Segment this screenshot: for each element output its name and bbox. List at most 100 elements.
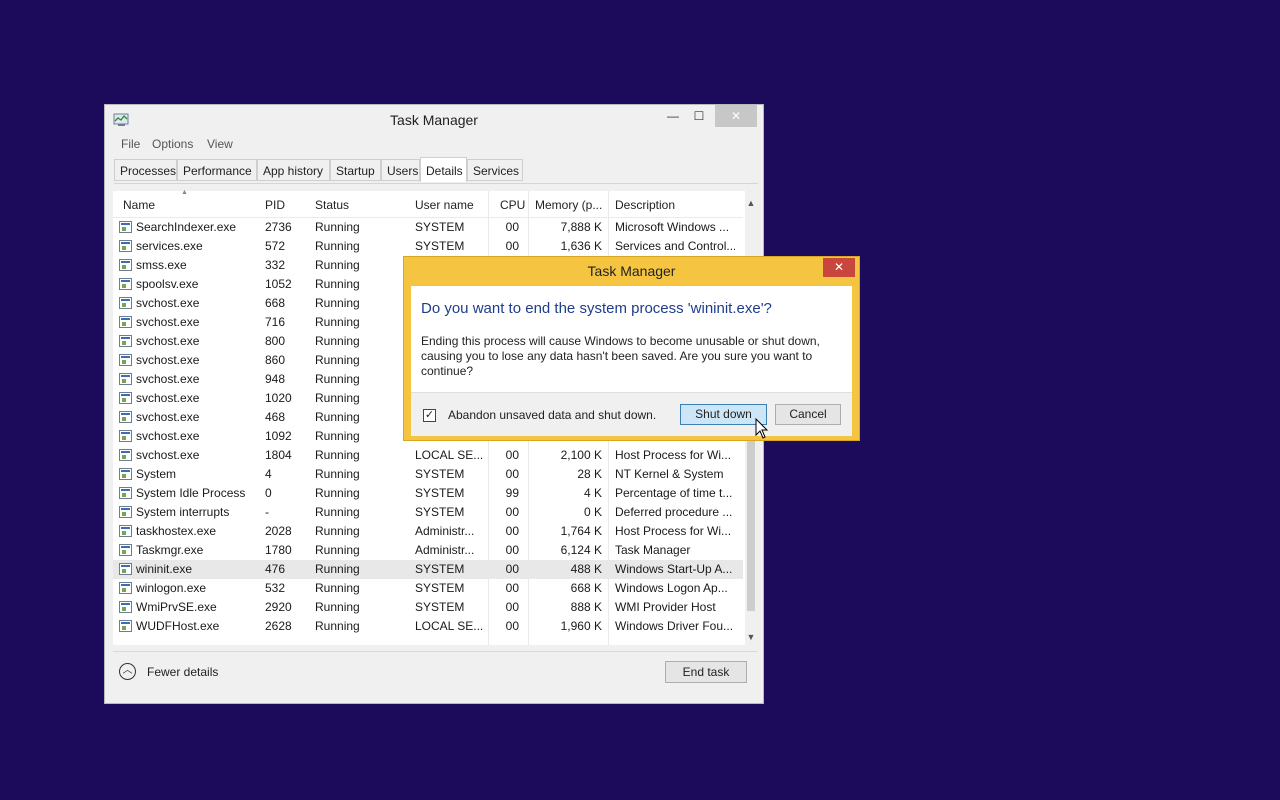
process-pid: 948 [265, 372, 286, 386]
table-row[interactable]: winlogon.exe 532 Running SYSTEM 00 668 K Windo… [113, 579, 743, 598]
process-icon [119, 392, 132, 404]
dialog-close-button[interactable]: ✕ [823, 258, 855, 277]
process-status: Running [315, 429, 360, 443]
process-status: Running [315, 258, 360, 272]
process-cpu: 00 [505, 619, 519, 633]
process-icon [119, 430, 132, 442]
process-icon [119, 620, 132, 632]
process-icon [119, 411, 132, 423]
table-row[interactable]: svchost.exe 1804 Running LOCAL SE... 00 2,100… [113, 446, 743, 465]
process-icon [119, 297, 132, 309]
table-row[interactable]: WUDFHost.exe 2628 Running LOCAL SE... 00 1,96… [113, 617, 743, 636]
process-status: Running [315, 448, 360, 462]
table-row[interactable]: Taskmgr.exe 1780 Running Administr... 00 6,12… [113, 541, 743, 560]
menu-file[interactable]: File [121, 137, 140, 151]
process-status: Running [315, 562, 360, 576]
abandon-data-checkbox[interactable]: ✓ [423, 409, 436, 422]
dialog-heading: Do you want to end the system process 'w… [421, 300, 772, 317]
process-name: WmiPrvSE.exe [136, 600, 217, 614]
menu-options[interactable]: Options [152, 137, 193, 151]
process-status: Running [315, 296, 360, 310]
process-description: Services and Control... [615, 239, 735, 253]
tab-startup[interactable]: Startup [330, 159, 381, 181]
table-row[interactable]: System interrupts - Running SYSTEM 00 0 K Defe… [113, 503, 743, 522]
column-header-user[interactable]: User name [415, 191, 474, 217]
shut-down-button[interactable]: Shut down [680, 404, 767, 425]
column-header-cpu[interactable]: CPU [500, 191, 525, 217]
maximize-button[interactable]: ☐ [687, 105, 711, 127]
chevron-up-circle-icon[interactable]: ︿ [119, 663, 136, 680]
table-row[interactable]: services.exe 572 Running SYSTEM 00 1,636 K Ser… [113, 237, 743, 256]
table-row[interactable]: wininit.exe 476 Running SYSTEM 00 488 K Window… [113, 560, 743, 579]
tab-users[interactable]: Users [381, 159, 420, 181]
dialog-message: Ending this process will cause Windows t… [421, 334, 820, 378]
process-pid: 1020 [265, 391, 292, 405]
process-memory: 1,636 K [560, 239, 602, 253]
close-button[interactable]: ✕ [715, 105, 757, 127]
process-status: Running [315, 334, 360, 348]
sort-indicator-icon: ▲ [181, 189, 188, 196]
fewer-details-label[interactable]: Fewer details [147, 665, 218, 679]
process-memory: 888 K [570, 600, 602, 614]
process-cpu: 00 [505, 562, 519, 576]
process-name: SearchIndexer.exe [136, 220, 237, 234]
process-status: Running [315, 619, 360, 633]
process-pid: 1052 [265, 277, 292, 291]
process-pid: 4 [265, 467, 272, 481]
process-name: WUDFHost.exe [136, 619, 220, 633]
column-header-memory[interactable]: Memory (p... [535, 191, 602, 217]
process-name: svchost.exe [136, 429, 200, 443]
minimize-button[interactable]: — [661, 105, 685, 127]
process-pid: 800 [265, 334, 286, 348]
menu-view[interactable]: View [207, 137, 233, 151]
process-memory: 7,888 K [560, 220, 602, 234]
tab-performance[interactable]: Performance [177, 159, 257, 181]
process-pid: 1780 [265, 543, 292, 557]
process-description: Microsoft Windows ... [615, 220, 730, 234]
scroll-up-icon[interactable]: ▲ [745, 195, 757, 211]
process-status: Running [315, 410, 360, 424]
process-user: SYSTEM [415, 600, 465, 614]
table-row[interactable]: System Idle Process 0 Running SYSTEM 99 4 K Pe… [113, 484, 743, 503]
column-header-status[interactable]: Status [315, 191, 349, 217]
dialog-body: Do you want to end the system process 'w… [411, 286, 852, 436]
cancel-button[interactable]: Cancel [775, 404, 841, 425]
table-row[interactable]: WmiPrvSE.exe 2920 Running SYSTEM 00 888 K WMI … [113, 598, 743, 617]
process-icon [119, 563, 132, 575]
column-header-description[interactable]: Description [615, 191, 675, 217]
process-name: svchost.exe [136, 296, 200, 310]
process-pid: 476 [265, 562, 286, 576]
column-header-pid[interactable]: PID [265, 191, 285, 217]
process-name: System [136, 467, 177, 481]
process-description: Windows Driver Fou... [615, 619, 734, 633]
title-bar[interactable]: Task Manager — ☐ ✕ [105, 105, 763, 135]
process-description: Percentage of time t... [615, 486, 733, 500]
process-description: WMI Provider Host [615, 600, 716, 614]
process-name: System interrupts [136, 505, 230, 519]
tab-details[interactable]: Details [420, 157, 467, 182]
process-user: SYSTEM [415, 486, 465, 500]
column-header-name[interactable]: Name [123, 191, 155, 217]
process-user: SYSTEM [415, 239, 465, 253]
process-user: SYSTEM [415, 505, 465, 519]
process-description: Deferred procedure ... [615, 505, 733, 519]
process-name: svchost.exe [136, 334, 200, 348]
end-task-button[interactable]: End task [665, 661, 747, 683]
process-pid: 860 [265, 353, 286, 367]
scroll-down-icon[interactable]: ▼ [745, 629, 757, 645]
table-row[interactable]: System 4 Running SYSTEM 00 28 K NT Kernel & Sy… [113, 465, 743, 484]
table-row[interactable]: taskhostex.exe 2028 Running Administr... 00 1… [113, 522, 743, 541]
dialog-footer: ✓ Abandon unsaved data and shut down. Sh… [411, 392, 852, 436]
tab-processes[interactable]: Processes [114, 159, 177, 181]
scroll-thumb[interactable] [747, 421, 755, 611]
tab-services[interactable]: Services [467, 159, 523, 181]
process-description: Windows Logon Ap... [615, 581, 728, 595]
process-name: services.exe [136, 239, 203, 253]
table-row[interactable]: SearchIndexer.exe 2736 Running SYSTEM 00 7,88… [113, 218, 743, 237]
process-icon [119, 582, 132, 594]
process-memory: 2,100 K [560, 448, 602, 462]
footer-divider [113, 651, 757, 652]
process-status: Running [315, 315, 360, 329]
abandon-data-label[interactable]: Abandon unsaved data and shut down. [448, 408, 656, 422]
tab-app-history[interactable]: App history [257, 159, 330, 181]
